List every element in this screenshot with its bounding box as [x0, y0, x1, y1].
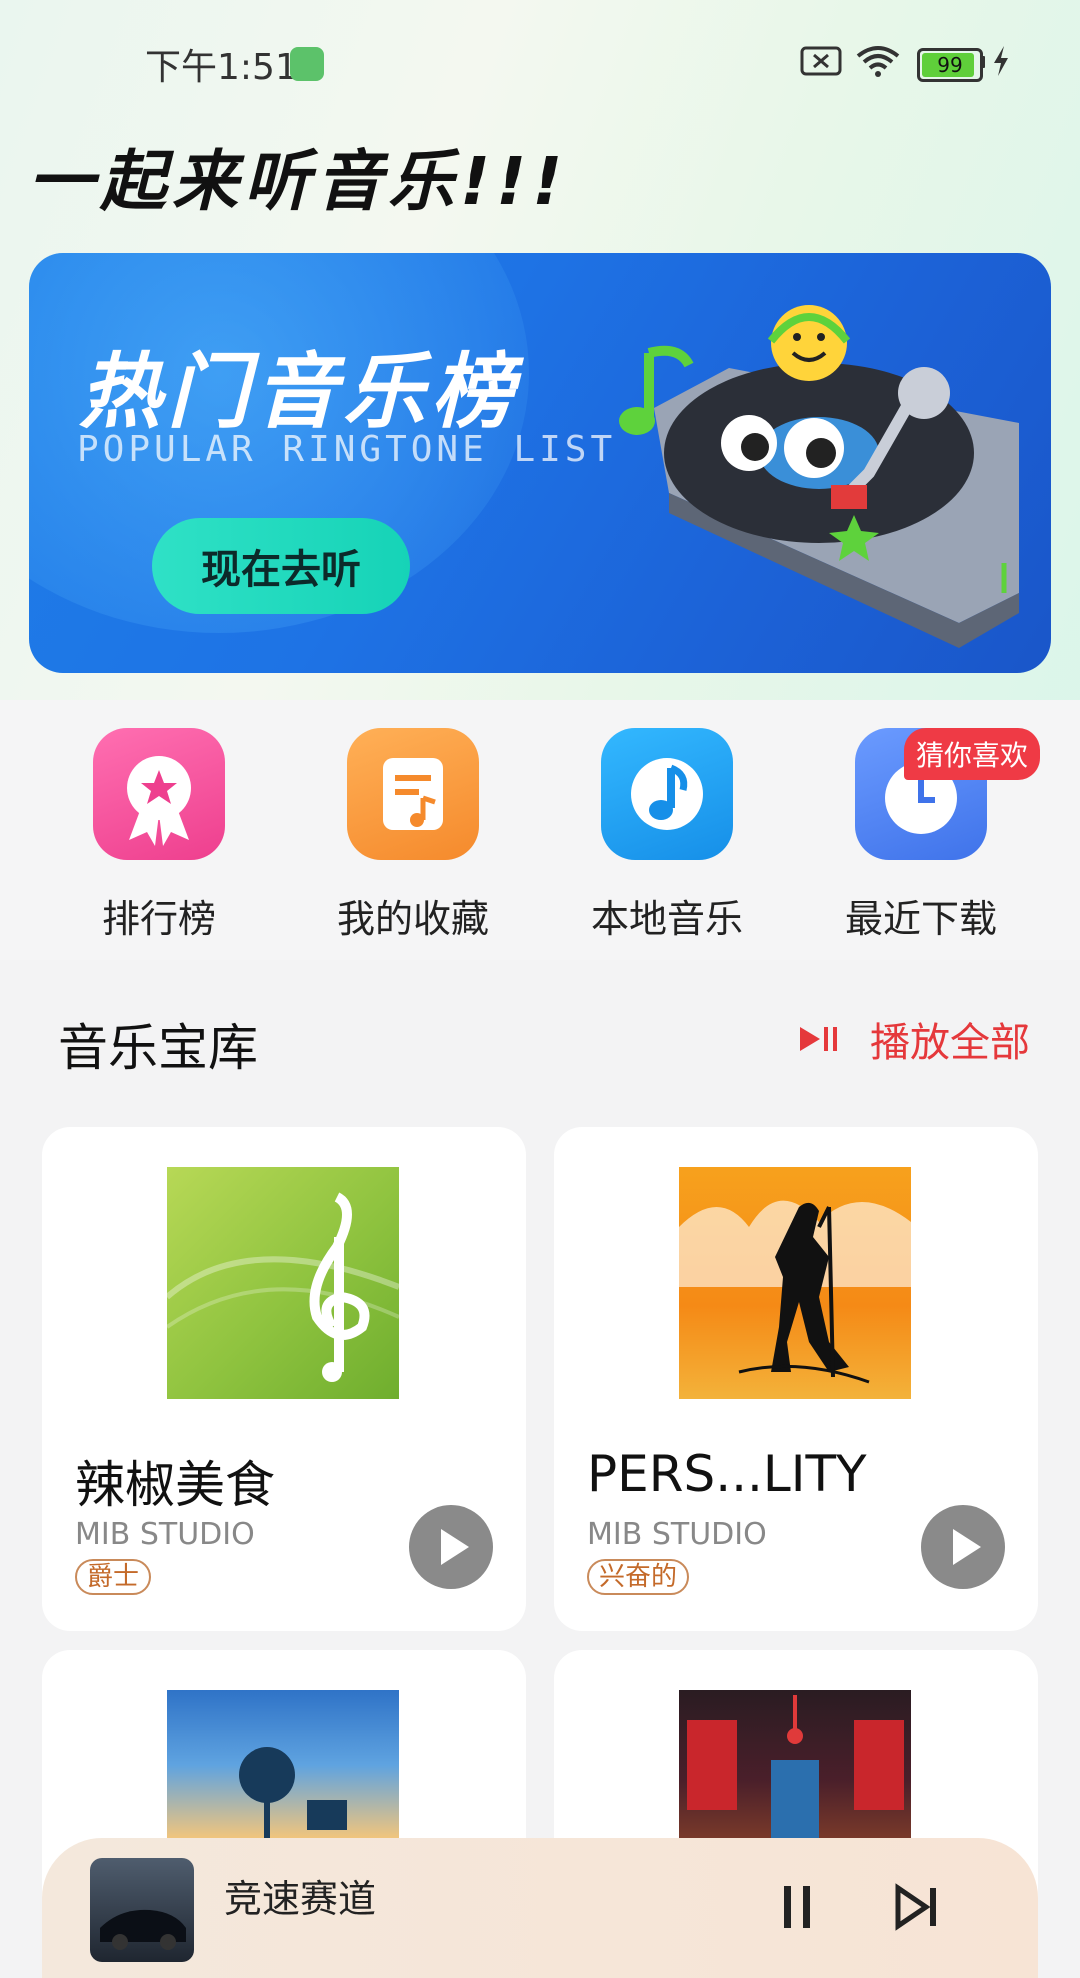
section-title: 音乐宝库	[58, 1019, 258, 1077]
pause-icon[interactable]	[778, 1882, 818, 1932]
local-music-label: 本地音乐	[590, 897, 743, 941]
ranking-shortcut[interactable]: 排行榜	[59, 728, 259, 943]
wifi-icon	[856, 46, 900, 77]
battery-level: 99	[937, 53, 963, 77]
genre-tag: 兴奋的	[587, 1559, 690, 1595]
mini-player[interactable]: 竞速赛道	[42, 1838, 1038, 1978]
song-artist: MIB STUDIO	[75, 1517, 255, 1552]
music-note-icon	[601, 728, 733, 860]
play-button[interactable]	[921, 1505, 1005, 1589]
sim-disabled-icon	[800, 46, 842, 76]
banner-subtitle: POPULAR RINGTONE LIST	[77, 429, 617, 470]
turntable-illustration	[619, 305, 1019, 648]
album-cover	[167, 1690, 399, 1840]
local-music-shortcut[interactable]: 本地音乐	[567, 728, 767, 943]
battery-icon: 99	[917, 48, 983, 82]
status-time: 下午1:51	[145, 47, 298, 88]
favorites-label: 我的收藏	[336, 897, 489, 941]
album-cover	[167, 1167, 399, 1399]
play-icon	[953, 1529, 981, 1565]
song-title: 辣椒美食	[75, 1456, 275, 1514]
page-title: 一起来听音乐!!!	[28, 143, 569, 220]
guess-you-like-badge: 猜你喜欢	[904, 728, 1041, 780]
hot-music-banner[interactable]: 热门音乐榜 POPULAR RINGTONE LIST 现在去听	[29, 253, 1051, 673]
next-track-icon[interactable]	[892, 1882, 942, 1932]
play-pause-icon	[800, 1027, 837, 1051]
song-card[interactable]: PERS...LITY MIB STUDIO 兴奋的	[554, 1127, 1038, 1631]
song-card[interactable]: 辣椒美食 MIB STUDIO 爵士	[42, 1127, 526, 1631]
charging-icon	[994, 46, 1008, 76]
album-cover	[679, 1690, 911, 1840]
app-notification-icon	[290, 47, 324, 81]
award-icon	[93, 728, 225, 860]
listen-now-button[interactable]: 现在去听	[152, 518, 410, 614]
music-note-doc-icon	[347, 728, 479, 860]
recent-downloads-label: 最近下载	[844, 897, 997, 941]
play-button[interactable]	[409, 1505, 493, 1589]
song-title: PERS...LITY	[587, 1445, 867, 1503]
now-playing-cover	[90, 1858, 194, 1962]
album-cover	[679, 1167, 911, 1399]
ranking-label: 排行榜	[101, 897, 216, 941]
song-artist: MIB STUDIO	[587, 1517, 767, 1552]
favorites-shortcut[interactable]: 我的收藏	[313, 728, 513, 943]
play-icon	[441, 1529, 469, 1565]
banner-title: 热门音乐榜	[79, 345, 519, 440]
now-playing-title: 竞速赛道	[224, 1877, 377, 1921]
genre-tag: 爵士	[75, 1559, 152, 1595]
play-all-button[interactable]: 播放全部	[798, 1010, 1030, 1068]
status-bar: 下午1:51 99	[0, 0, 1080, 120]
play-all-label: 播放全部	[870, 1020, 1030, 1066]
battery-tip	[980, 56, 985, 68]
